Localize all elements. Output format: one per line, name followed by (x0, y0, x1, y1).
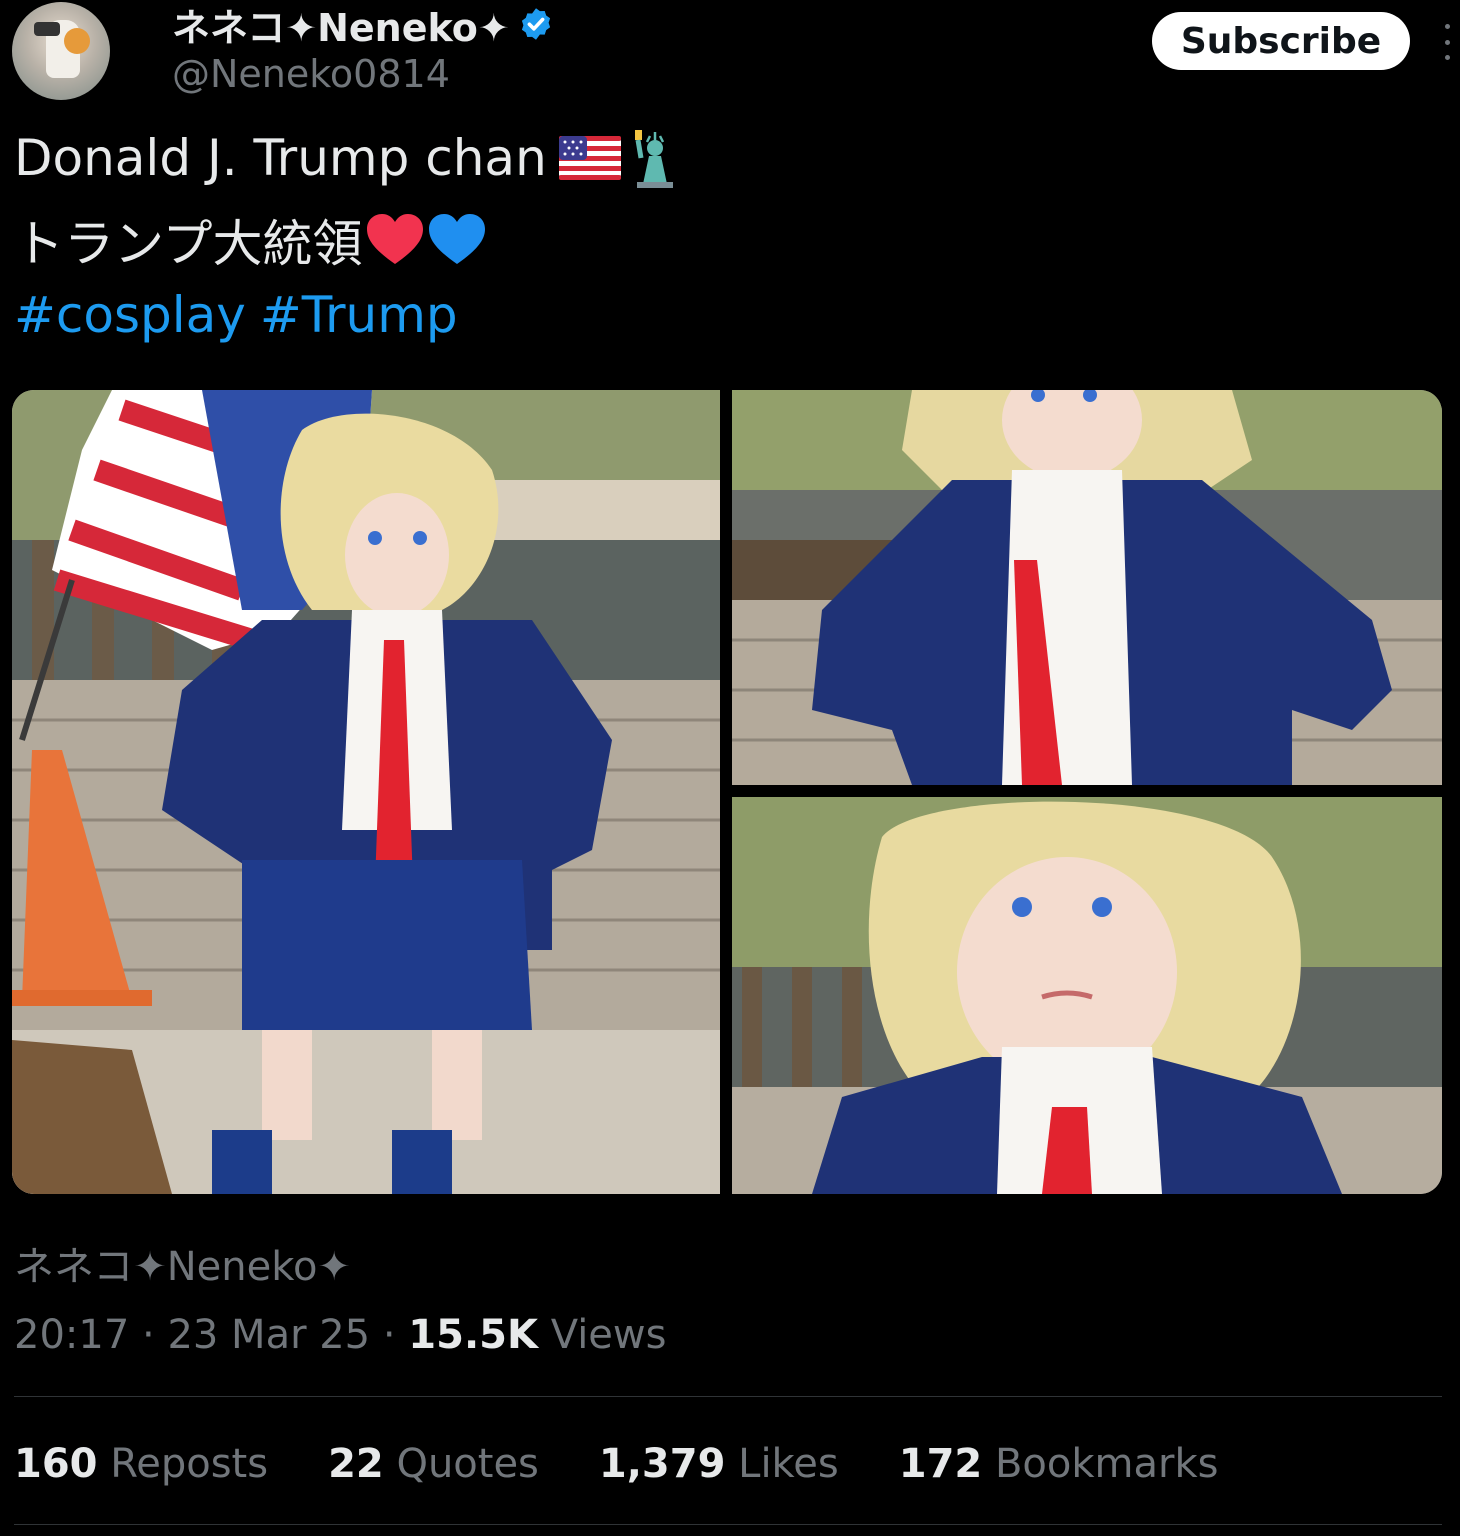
engagement-stats: 160 Reposts 22 Quotes 1,379 Likes 172 Bo… (14, 1436, 1218, 1492)
author-display-name[interactable]: ネネコ✦Neneko✦ (172, 2, 554, 50)
more-dot (1444, 39, 1450, 45)
blue-heart-emoji-icon (428, 214, 485, 264)
tweet-time[interactable]: 20:17 (14, 1312, 129, 1358)
avatar-hat (34, 22, 60, 36)
quotes-count: 22 (328, 1441, 384, 1487)
divider (14, 1524, 1442, 1525)
bookmarks-count: 172 (898, 1441, 983, 1487)
likes-stat[interactable]: 1,379 Likes (599, 1441, 839, 1487)
tweet-metadata: 20:17 · 23 Mar 25 · 15.5K Views (14, 1312, 666, 1358)
tweet-date[interactable]: 23 Mar 25 (167, 1312, 370, 1358)
photo-upper-body[interactable] (732, 390, 1442, 785)
avatar-accessory (64, 28, 90, 54)
bookmarks-label: Bookmarks (994, 1441, 1219, 1487)
photo-closeup-image (732, 797, 1442, 1194)
tweet-text-line-2: トランプ大統領 (14, 206, 487, 274)
red-heart-emoji-icon (366, 214, 423, 264)
reposts-stat[interactable]: 160 Reposts (14, 1441, 268, 1487)
statue-of-liberty-emoji-icon (634, 130, 673, 188)
subscribe-button[interactable]: Subscribe (1152, 12, 1410, 70)
divider (14, 1396, 1442, 1397)
quotes-label: Quotes (396, 1441, 539, 1487)
photo-closeup[interactable] (732, 797, 1442, 1194)
author-handle[interactable]: @Neneko0814 (172, 52, 450, 96)
more-vertical-icon[interactable] (1440, 24, 1454, 60)
photo-upper-body-image (732, 390, 1442, 785)
avatar[interactable] (12, 2, 110, 100)
hashtag-trump-link[interactable]: #Trump (260, 286, 458, 344)
tweet-title-text: Donald J. Trump chan (14, 129, 547, 187)
bookmarks-stat[interactable]: 172 Bookmarks (899, 1441, 1219, 1487)
more-dot (1444, 24, 1450, 29)
translated-author-name: ネネコ✦Neneko✦ (14, 1244, 351, 1290)
more-dot (1444, 55, 1450, 60)
photo-full-body-image (12, 390, 720, 1194)
reposts-label: Reposts (110, 1441, 269, 1487)
tweet-hashtags: #cosplay #Trump (14, 282, 458, 348)
verified-badge-icon (521, 8, 550, 40)
likes-count: 1,379 (598, 1441, 726, 1487)
views-count: 15.5K (408, 1312, 538, 1358)
reposts-count: 160 (14, 1441, 98, 1487)
tweet-text-line-1: Donald J. Trump chan (14, 126, 683, 190)
media-grid (12, 390, 1442, 1194)
separator-dot: · (382, 1312, 396, 1358)
tweet-japanese-text: トランプ大統領 (14, 215, 363, 273)
quotes-stat[interactable]: 22 Quotes (328, 1441, 539, 1487)
views-label: Views (550, 1312, 667, 1358)
author-name-text: ネネコ✦Neneko✦ (172, 5, 510, 50)
separator-dot: · (142, 1312, 155, 1358)
likes-label: Likes (738, 1441, 839, 1487)
photo-full-body[interactable] (12, 390, 720, 1194)
us-flag-emoji-icon (558, 136, 621, 180)
hashtag-cosplay-link[interactable]: #cosplay (14, 286, 246, 344)
